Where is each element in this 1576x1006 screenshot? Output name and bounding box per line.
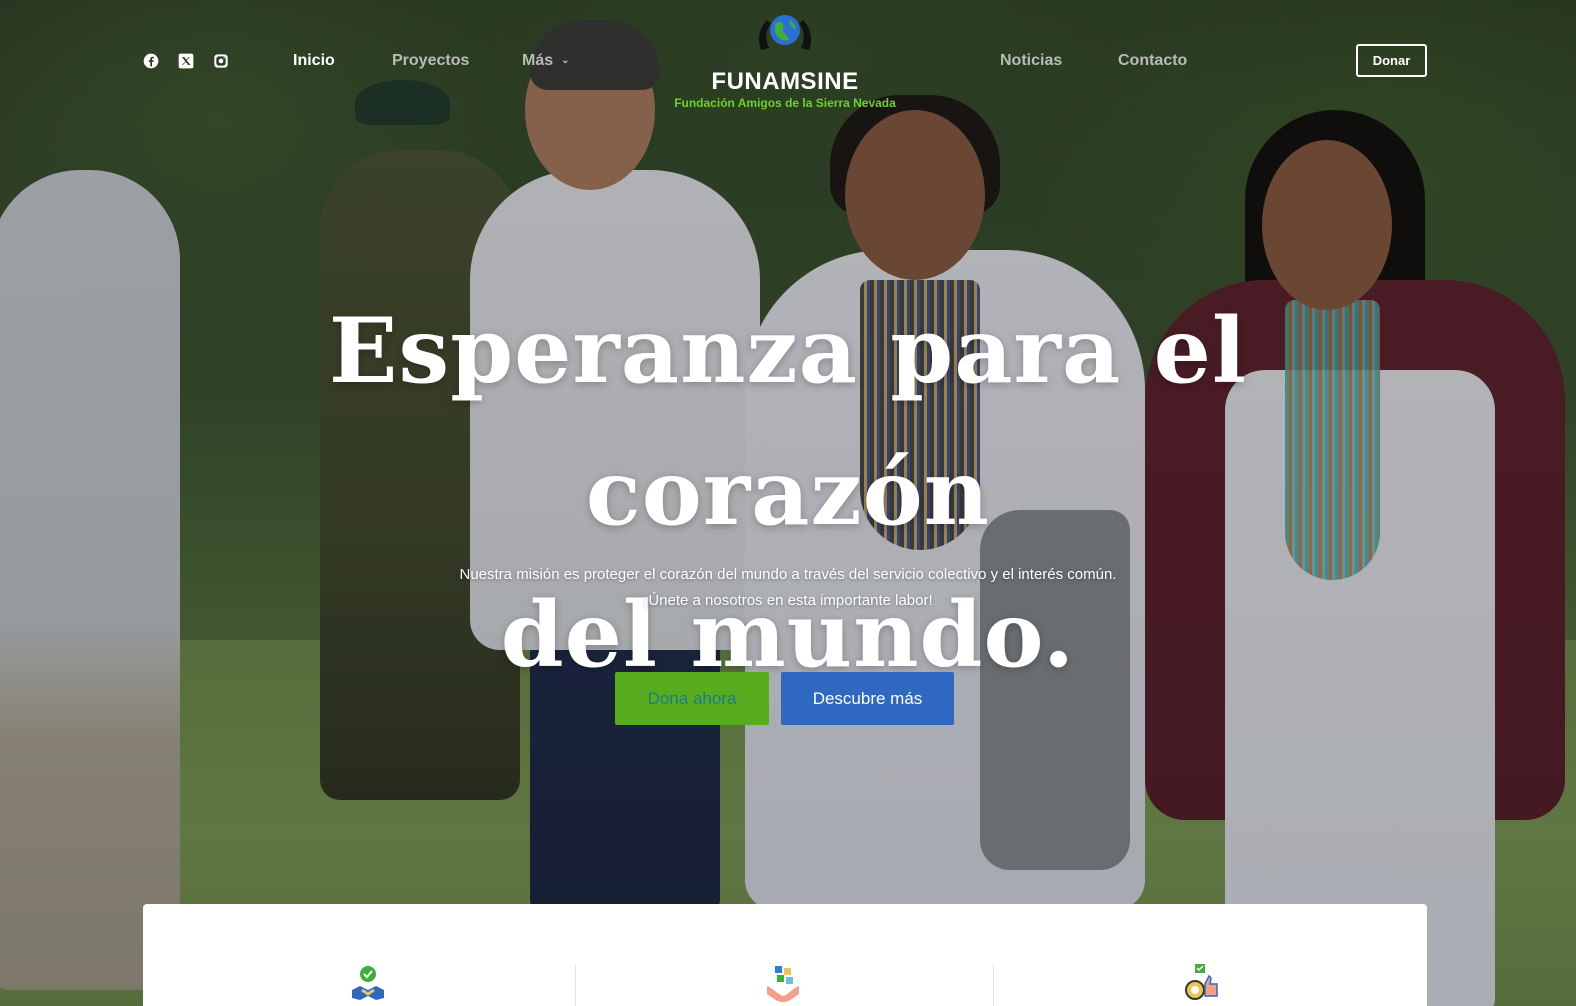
instagram-icon[interactable] bbox=[212, 52, 230, 70]
donate-button[interactable]: Donar bbox=[1356, 44, 1427, 77]
card-divider bbox=[575, 964, 576, 1006]
discover-more-button[interactable]: Descubre más bbox=[781, 672, 954, 725]
nav-mas-label: Más bbox=[522, 52, 554, 69]
donate-now-button[interactable]: Dona ahora bbox=[615, 672, 769, 725]
chevron-down-icon: ⌄ bbox=[561, 55, 570, 67]
nav-noticias[interactable]: Noticias bbox=[1000, 52, 1062, 70]
hero-mission-text: Nuestra misión es proteger el corazón de… bbox=[288, 562, 1288, 614]
logo-globe-hands-icon bbox=[759, 15, 811, 50]
nav-proyectos[interactable]: Proyectos bbox=[392, 52, 469, 70]
card-divider bbox=[993, 964, 994, 1006]
nav-inicio[interactable]: Inicio bbox=[293, 52, 335, 70]
facebook-icon[interactable] bbox=[142, 52, 160, 70]
nav-mas[interactable]: Más ⌄ bbox=[522, 52, 570, 70]
mission-line1: Nuestra misión es proteger el corazón de… bbox=[459, 566, 1117, 583]
x-twitter-icon[interactable] bbox=[177, 52, 195, 70]
site-logo[interactable]: FUNAMSINE Fundación Amigos de la Sierra … bbox=[660, 10, 910, 116]
logo-subtitle: Fundación Amigos de la Sierra Nevada bbox=[674, 96, 896, 110]
puzzle-hands-icon bbox=[767, 966, 799, 1002]
hero-headline-line1: Esperanza para el corazón bbox=[328, 298, 1248, 546]
site-header: Inicio Proyectos Más ⌄ FUNAMSINE Fundació… bbox=[0, 0, 1576, 120]
mission-line2: ¡Únete a nosotros en esta importante lab… bbox=[643, 592, 933, 609]
hero-headline: Esperanza para el corazón del mundo. bbox=[140, 280, 1436, 706]
award-thumbs-up-icon bbox=[1185, 964, 1218, 1000]
handshake-icon bbox=[352, 966, 384, 1000]
nav-contacto[interactable]: Contacto bbox=[1118, 52, 1187, 70]
logo-title: FUNAMSINE bbox=[711, 68, 859, 95]
features-card bbox=[143, 904, 1427, 1006]
